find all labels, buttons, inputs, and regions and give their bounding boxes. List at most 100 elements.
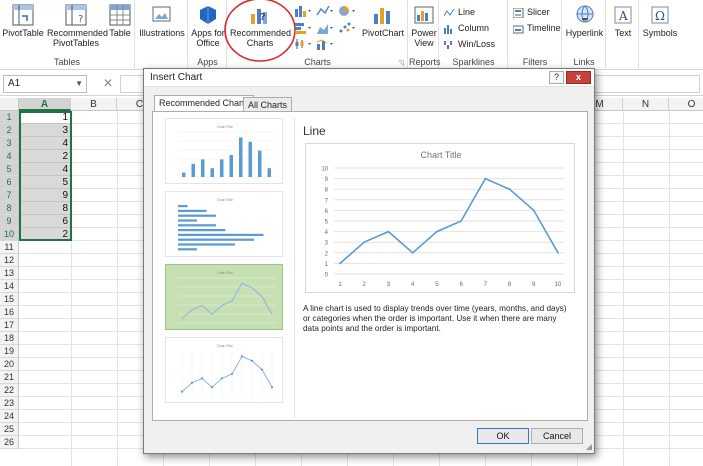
chevron-down-icon[interactable]: ▼ [75,76,83,92]
bar-chart-dropdown[interactable] [294,22,312,37]
column-header-o[interactable]: O [669,98,703,111]
help-button[interactable]: ? [549,71,564,84]
row-header-10[interactable]: 10 [0,228,19,241]
thumbnail-line[interactable]: Chart Title [165,264,283,330]
x-tick-label: 3 [387,282,391,288]
thumbnail-title: Chart Title [217,344,233,348]
close-button[interactable]: x [566,71,591,84]
thumbnail-bar [178,248,197,251]
thumbnail-marker [270,386,274,389]
hyperlink-icon [574,4,596,26]
x-tick-label: 8 [508,282,512,288]
row-header-21[interactable]: 21 [0,371,19,384]
cancel-button[interactable]: Cancel [531,428,583,444]
row-header-18[interactable]: 18 [0,332,19,345]
dialog-title: Insert Chart [150,72,203,83]
cancel-icon[interactable]: ✕ [103,76,113,90]
row-header-12[interactable]: 12 [0,254,19,267]
thumbnail-bar[interactable]: Chart Title [165,191,283,257]
row-header-8[interactable]: 8 [0,202,19,215]
combo-chart-dropdown[interactable] [316,38,334,53]
thumbnail-bar [178,243,235,246]
stock-chart-dropdown[interactable] [294,38,312,53]
sparkline-column-button[interactable]: Column [444,21,489,35]
row-header-13[interactable]: 13 [0,267,19,280]
pie-chart-dropdown[interactable] [338,5,356,20]
omega-icon: Ω [649,4,671,26]
row-header-24[interactable]: 24 [0,410,19,423]
column-header-b[interactable]: B [71,98,117,111]
row-header-16[interactable]: 16 [0,306,19,319]
thumbnail-bar [229,155,233,177]
sparkline-line-button[interactable]: Line [444,5,475,19]
row-header-3[interactable]: 3 [0,137,19,150]
svg-text:Ω: Ω [655,9,665,23]
thumbnail-column[interactable]: Chart Title [165,118,283,184]
table-button[interactable]: Table [106,4,134,38]
resize-grip-icon[interactable]: ◢ [586,442,592,451]
select-all-corner[interactable] [0,98,19,111]
tab-recommended-charts[interactable]: Recommended Charts [154,95,255,112]
ok-button[interactable]: OK [477,428,529,444]
row-header-25[interactable]: 25 [0,423,19,436]
name-box[interactable]: A1 ▼ [3,75,87,93]
row-header-26[interactable]: 26 [0,436,19,449]
y-tick-label: 8 [325,188,329,194]
thumbnail-line-markers[interactable]: Chart Title [165,337,283,403]
recommended-pivottables-button[interactable]: ? Recommended PivotTables [47,4,108,48]
row-header-20[interactable]: 20 [0,358,19,371]
thumbnail-bar [178,214,216,217]
row-header-6[interactable]: 6 [0,176,19,189]
area-chart-dropdown[interactable] [316,22,334,37]
column-chart-dropdown[interactable] [294,5,312,20]
text-button[interactable]: A Text [607,4,639,38]
x-tick-label: 5 [435,282,439,288]
chart-preview: Chart Title 0 1 2 3 4 5 6 7 8 9 10 1 2 3 4 5 6 7 8 9 10 [305,143,575,293]
thumbnail-bar [178,233,264,236]
thumbnail-bar [178,209,207,212]
pivotchart-button[interactable]: PivotChart [360,4,406,38]
thumbnail-bar [182,172,186,177]
x-tick-label: 10 [555,282,562,288]
thumbnail-bar [210,168,214,177]
row-header-22[interactable]: 22 [0,384,19,397]
timeline-button[interactable]: Timeline [513,21,561,35]
chart-thumbnail-list[interactable]: Chart Title Chart Title Chart Title Char… [157,118,295,418]
symbols-button[interactable]: Ω Symbols [640,4,680,38]
recommended-pivottables-icon: ? [65,4,87,26]
tab-all-charts[interactable]: All Charts [243,97,293,112]
hyperlink-button[interactable]: Hyperlink [563,4,606,38]
thumbnail-marker [210,386,214,389]
column-header-a[interactable]: A [19,98,71,111]
row-header-14[interactable]: 14 [0,280,19,293]
dialog-titlebar[interactable]: Insert Chart ? x [144,69,594,87]
row-header-2[interactable]: 2 [0,124,19,137]
thumbnail-marker [240,355,244,358]
thumbnail-marker [190,381,194,384]
row-header-1[interactable]: 1 [0,111,19,124]
row-header-19[interactable]: 19 [0,345,19,358]
row-header-5[interactable]: 5 [0,163,19,176]
row-header-11[interactable]: 11 [0,241,19,254]
data-point [339,262,341,265]
row-header-4[interactable]: 4 [0,150,19,163]
power-view-button[interactable]: Power View [409,4,439,48]
column-chart-icon [295,6,311,17]
row-header-15[interactable]: 15 [0,293,19,306]
row-header-7[interactable]: 7 [0,189,19,202]
thumbnail-marker [180,390,184,393]
illustrations-button[interactable]: Illustrations [138,4,186,38]
row-header-9[interactable]: 9 [0,215,19,228]
line-chart-dropdown[interactable] [316,5,334,20]
thumbnail-marker [250,359,254,362]
dialog-launcher-icon[interactable]: ◹ [399,59,404,67]
column-header-n[interactable]: N [623,98,669,111]
scatter-chart-dropdown[interactable] [338,22,356,37]
sparkline-winloss-button[interactable]: Win/Loss [444,37,495,51]
row-header-17[interactable]: 17 [0,319,19,332]
table-icon [109,4,131,26]
pivottable-button[interactable]: PivotTable [2,4,44,38]
row-header-23[interactable]: 23 [0,397,19,410]
slicer-button[interactable]: Slicer [513,5,550,19]
scatter-chart-icon [339,22,355,33]
